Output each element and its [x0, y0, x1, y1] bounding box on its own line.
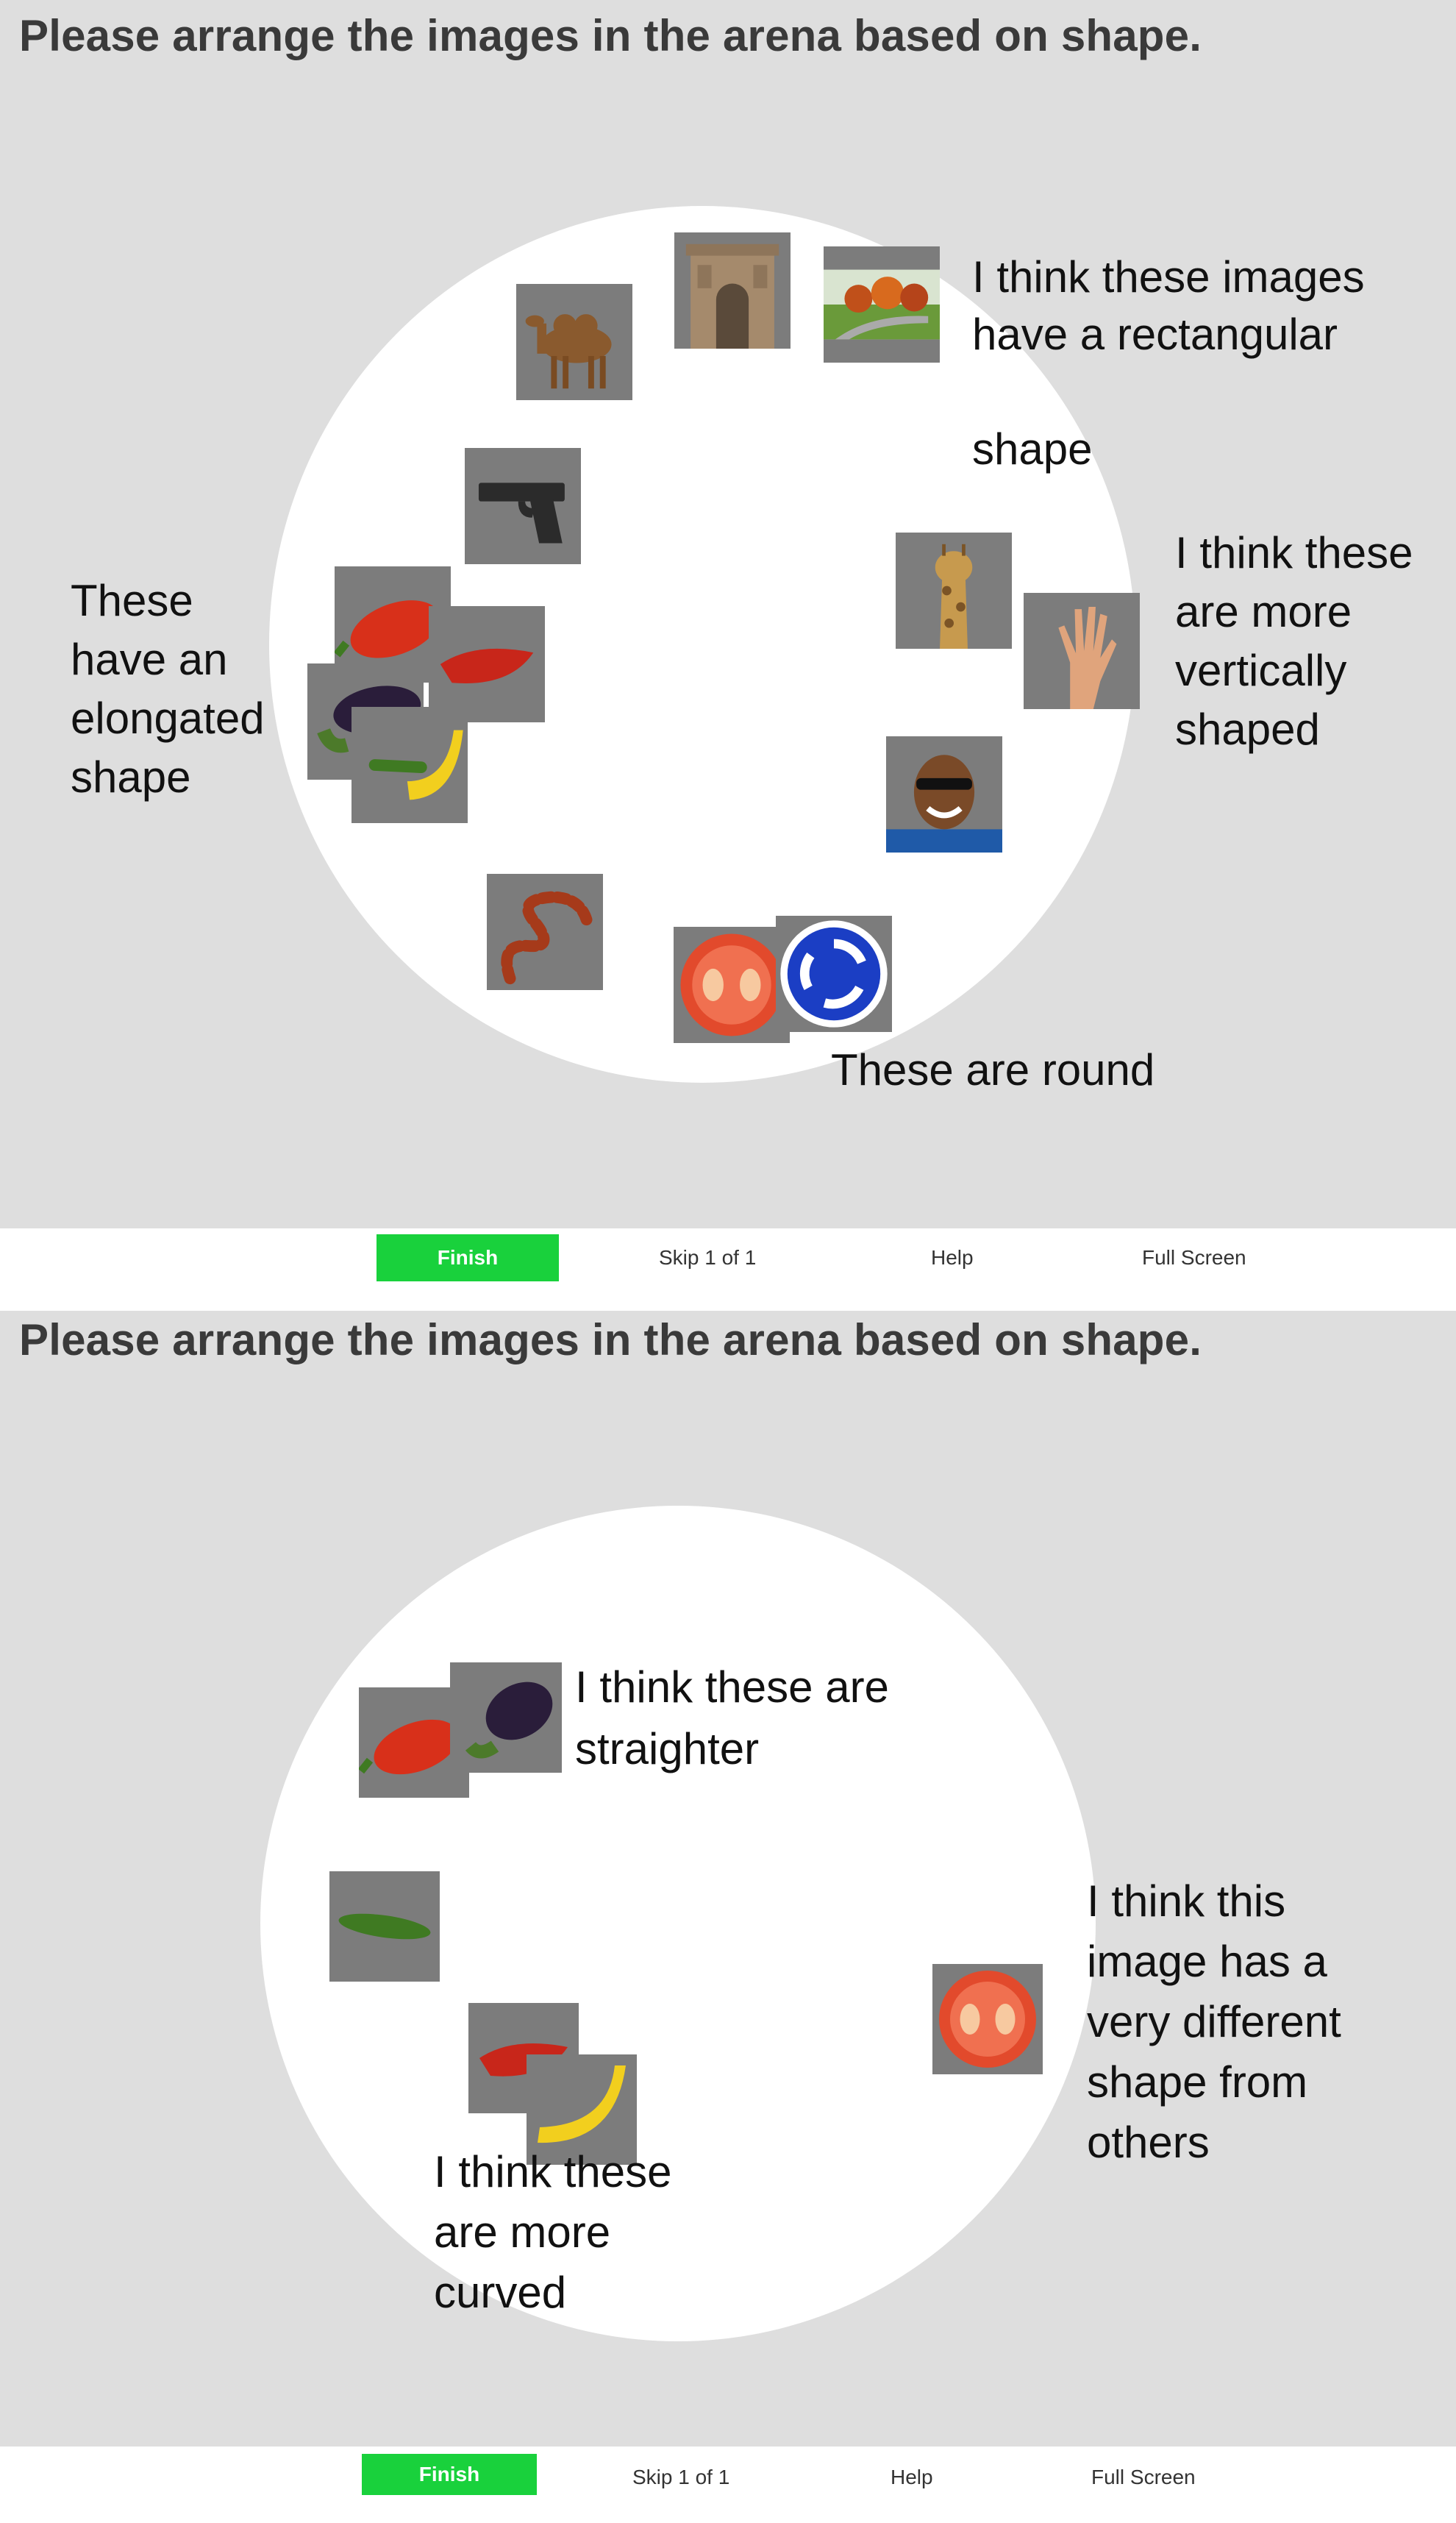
pistol-image[interactable] — [465, 448, 581, 564]
tomato-image[interactable] — [674, 927, 790, 1043]
arch-image[interactable] — [674, 232, 791, 349]
skip-link[interactable]: Skip 1 of 1 — [659, 1246, 756, 1270]
footer-bar: Finish Skip 1 of 1 Help Full Screen — [0, 2447, 1456, 2523]
note-curved: I think these are more curved — [434, 2147, 672, 2317]
instruction-text: Please arrange the images in the arena b… — [19, 11, 1202, 60]
zucchini-image[interactable] — [329, 1871, 440, 1982]
full-screen-link[interactable]: Full Screen — [1091, 2466, 1196, 2489]
eggplant-image[interactable] — [450, 1662, 562, 1773]
note-round: These are round — [831, 1045, 1155, 1095]
note-straighter: I think these are straighter — [575, 1662, 889, 1773]
camel-image[interactable] — [516, 284, 632, 400]
banana-image[interactable] — [351, 707, 468, 823]
footer-bar: Finish Skip 1 of 1 Help Full Screen — [0, 1228, 1456, 1302]
note-vertical: I think these are more vertically shaped — [1175, 528, 1413, 754]
chili-image[interactable] — [429, 606, 545, 722]
arrange-screen-1: Please arrange the images in the arena b… — [0, 0, 1456, 1311]
hand-image[interactable] — [1024, 593, 1140, 709]
face-image[interactable] — [886, 736, 1002, 853]
arrange-screen-2: Please arrange the images in the arena b… — [0, 1311, 1456, 2523]
note-rectangular: I think these images have a rectangular … — [972, 252, 1365, 474]
help-link[interactable]: Help — [931, 1246, 974, 1270]
help-link[interactable]: Help — [891, 2466, 933, 2489]
finish-button[interactable]: Finish — [362, 2454, 537, 2495]
giraffe-image[interactable] — [896, 533, 1012, 649]
full-screen-link[interactable]: Full Screen — [1142, 1246, 1246, 1270]
landscape-image[interactable] — [824, 246, 940, 363]
note-different: I think this image has a very different … — [1087, 1876, 1341, 2167]
snake-image[interactable] — [487, 874, 603, 990]
screen-separator — [0, 1302, 1456, 1311]
finish-button[interactable]: Finish — [377, 1234, 559, 1281]
roundabout-sign-image[interactable] — [776, 916, 892, 1032]
instruction-text: Please arrange the images in the arena b… — [19, 1315, 1202, 1364]
skip-link[interactable]: Skip 1 of 1 — [632, 2466, 729, 2489]
note-elongated: These have an elongated shape — [71, 576, 265, 802]
tomato-image[interactable] — [932, 1964, 1043, 2074]
